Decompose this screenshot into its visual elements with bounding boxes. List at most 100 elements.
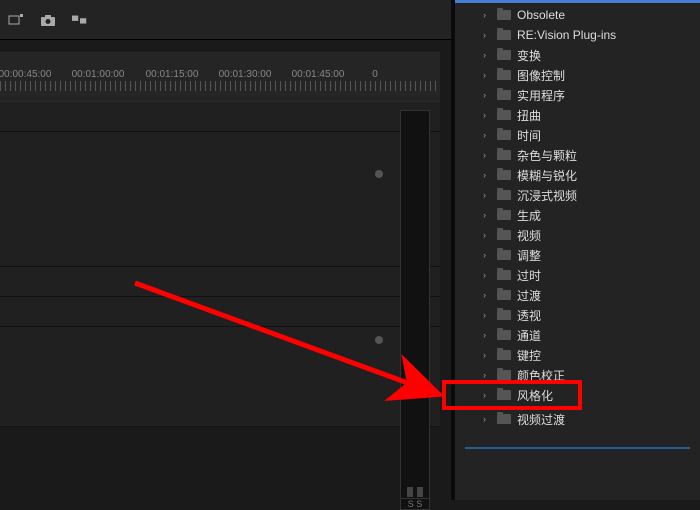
- effects-folder-label: Obsolete: [517, 8, 565, 22]
- chevron-right-icon: ›: [483, 310, 491, 320]
- chevron-right-icon: ›: [483, 190, 491, 200]
- chevron-right-icon: ›: [483, 270, 491, 280]
- effects-folder-label: 杂色与颗粒: [517, 147, 577, 164]
- folder-icon: [497, 130, 511, 140]
- effects-folder-label: 视频过渡: [517, 411, 565, 428]
- folder-icon: [497, 290, 511, 300]
- audio-meter: S S: [400, 110, 430, 510]
- effects-folder-item[interactable]: › 键控: [455, 345, 700, 365]
- effects-folder-label: 过渡: [517, 287, 541, 304]
- effects-folder-label: 通道: [517, 327, 541, 344]
- chevron-right-icon: ›: [483, 370, 491, 380]
- chevron-right-icon: ›: [483, 90, 491, 100]
- vertical-scrollbar[interactable]: [376, 102, 382, 440]
- effects-folder-item[interactable]: › 调整: [455, 245, 700, 265]
- effects-folder-item[interactable]: › 过时: [455, 265, 700, 285]
- effects-folder-item[interactable]: ›视频: [455, 225, 700, 245]
- timecode-label: 00:01:30:00: [219, 69, 272, 80]
- effects-folder-item[interactable]: › 变换: [455, 45, 700, 65]
- timecode-label: 0: [372, 69, 378, 80]
- effects-folder-item[interactable]: › Obsolete: [455, 5, 700, 25]
- effects-folder-label: 风格化: [517, 387, 553, 404]
- folder-icon: [497, 210, 511, 220]
- chevron-right-icon: ›: [483, 130, 491, 140]
- comparison-icon[interactable]: [72, 12, 88, 28]
- effects-panel: › Obsolete › RE:Vision Plug-ins › 变换 › 图像控制 › 实用程…: [455, 0, 700, 500]
- timeline-ticks: [0, 81, 440, 91]
- timecode-label: 00:01:45:00: [292, 69, 345, 80]
- effects-folder-item[interactable]: › 透视: [455, 305, 700, 325]
- effects-folder-label: 透视: [517, 307, 541, 324]
- effects-folder-item[interactable]: › 模糊与锐化: [455, 165, 700, 185]
- chevron-right-icon: ›: [483, 150, 491, 160]
- timecode-label: 00:01:00:00: [72, 69, 125, 80]
- effects-folder-item[interactable]: › 扭曲: [455, 105, 700, 125]
- chevron-right-icon: ›: [483, 290, 491, 300]
- chevron-right-icon: ›: [483, 70, 491, 80]
- effects-folder-label: 过时: [517, 267, 541, 284]
- chevron-right-icon: ›: [483, 10, 491, 20]
- effects-folder-item[interactable]: › 颜色校正: [455, 365, 700, 385]
- effects-folder-item[interactable]: › 过渡: [455, 285, 700, 305]
- folder-icon: [497, 50, 511, 60]
- chevron-right-icon: ›: [483, 210, 491, 220]
- chevron-right-icon: ›: [483, 250, 491, 260]
- folder-icon: [497, 170, 511, 180]
- folder-icon: [497, 330, 511, 340]
- effects-folder-label: 模糊与锐化: [517, 167, 577, 184]
- effects-folder-item[interactable]: › 实用程序: [455, 85, 700, 105]
- track-row[interactable]: [0, 267, 440, 297]
- timeline-panel: 00:00:45:00 00:01:00:00 00:01:15:00 00:01:3…: [0, 40, 440, 460]
- panel-underline: [465, 447, 690, 449]
- folder-icon: [497, 414, 511, 424]
- effects-folder-item[interactable]: ›时间: [455, 125, 700, 145]
- effects-folder-label: 实用程序: [517, 87, 565, 104]
- timeline-ruler[interactable]: 00:00:45:00 00:01:00:00 00:01:15:00 00:01:3…: [0, 52, 440, 102]
- folder-icon: [497, 310, 511, 320]
- tracks-area: [0, 102, 440, 427]
- effects-folder-item[interactable]: › 沉浸式视频: [455, 185, 700, 205]
- effects-folder-label: 沉浸式视频: [517, 187, 577, 204]
- effects-folder-label: 变换: [517, 47, 541, 64]
- folder-icon: [497, 250, 511, 260]
- effects-folder-label: 生成: [517, 207, 541, 224]
- folder-icon: [497, 350, 511, 360]
- folder-icon: [497, 230, 511, 240]
- folder-icon: [497, 390, 511, 400]
- effects-folder-item[interactable]: › 视频过渡: [455, 409, 700, 429]
- timecode-label: 00:01:15:00: [146, 69, 199, 80]
- export-frame-icon[interactable]: [8, 12, 24, 28]
- chevron-right-icon: ›: [483, 414, 491, 424]
- effects-folder-label: 扭曲: [517, 107, 541, 124]
- effects-folder-item[interactable]: › RE:Vision Plug-ins: [455, 25, 700, 45]
- effects-folder-label: 调整: [517, 247, 541, 264]
- effects-folder-label: RE:Vision Plug-ins: [517, 28, 616, 42]
- chevron-right-icon: ›: [483, 30, 491, 40]
- folder-icon: [497, 110, 511, 120]
- effects-folder-item[interactable]: ›通道: [455, 325, 700, 345]
- track-row[interactable]: [0, 102, 440, 132]
- effects-folder-item[interactable]: › 生成: [455, 205, 700, 225]
- folder-icon: [497, 70, 511, 80]
- chevron-right-icon: ›: [483, 50, 491, 60]
- chevron-right-icon: ›: [483, 110, 491, 120]
- effects-folder-item[interactable]: › 图像控制: [455, 65, 700, 85]
- camera-icon[interactable]: [40, 12, 56, 28]
- track-row[interactable]: [0, 327, 440, 427]
- folder-icon: [497, 270, 511, 280]
- timecode-label: 00:00:45:00: [0, 69, 51, 80]
- effects-folder-label: 键控: [517, 347, 541, 364]
- chevron-right-icon: ›: [483, 170, 491, 180]
- effects-folder-item[interactable]: ›风格化: [455, 385, 700, 405]
- folder-icon: [497, 150, 511, 160]
- folder-icon: [497, 370, 511, 380]
- track-row[interactable]: [0, 132, 440, 267]
- chevron-right-icon: ›: [483, 350, 491, 360]
- folder-icon: [497, 190, 511, 200]
- effects-folder-item[interactable]: › 杂色与颗粒: [455, 145, 700, 165]
- effects-folder-label: 颜色校正: [517, 367, 565, 384]
- chevron-right-icon: ›: [483, 230, 491, 240]
- folder-icon: [497, 30, 511, 40]
- effects-folder-label: 图像控制: [517, 67, 565, 84]
- track-row[interactable]: [0, 297, 440, 327]
